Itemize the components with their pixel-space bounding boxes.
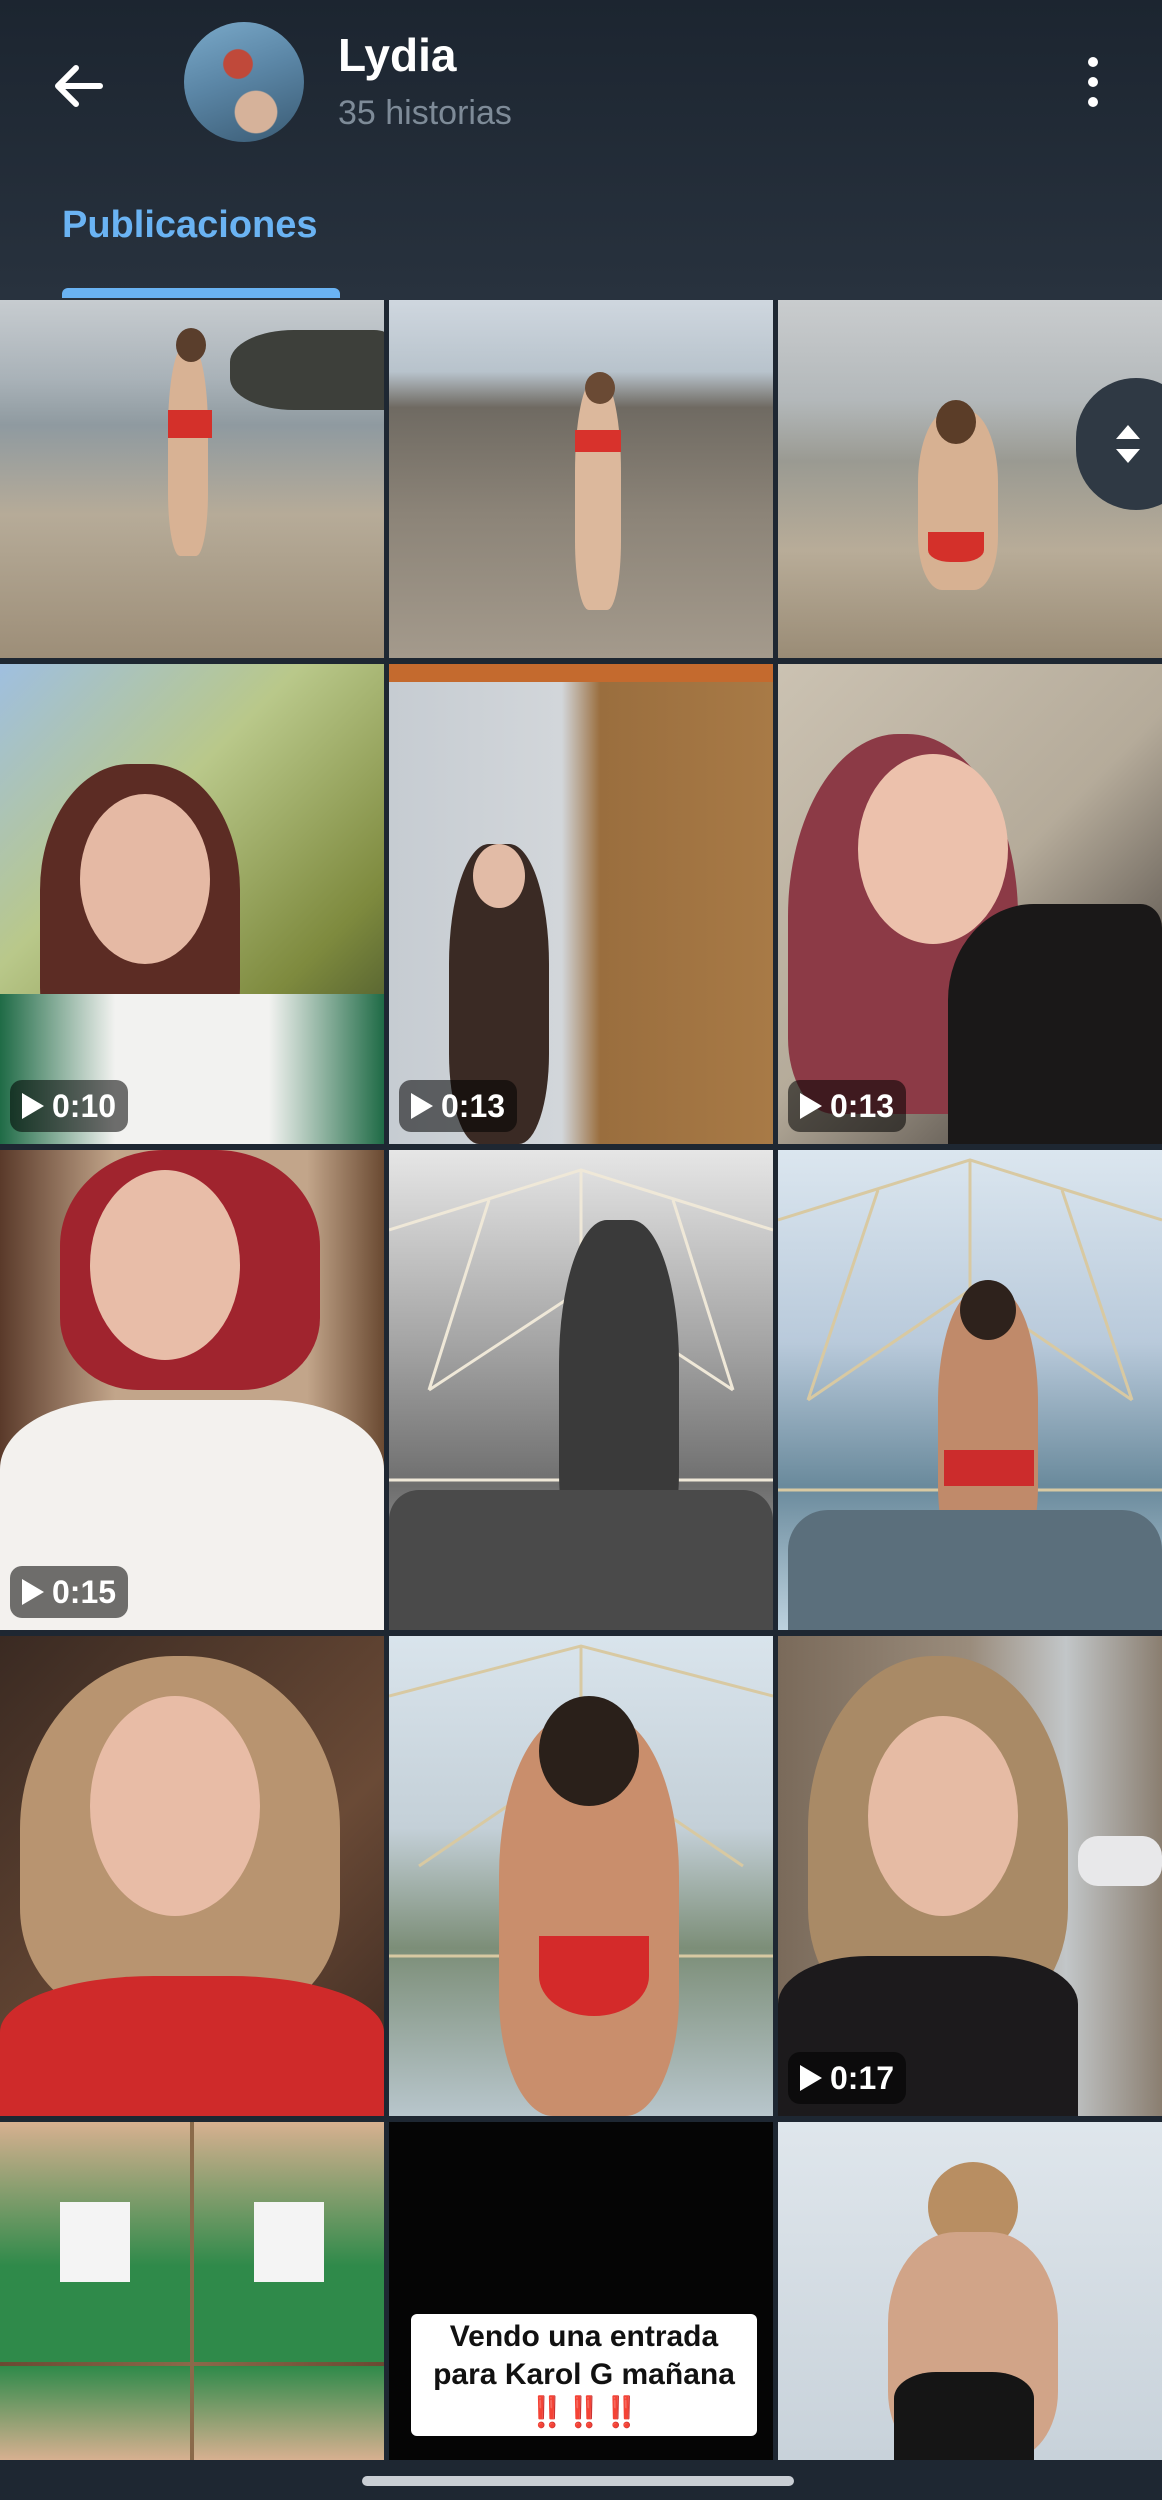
scroll-handle-icon	[1116, 425, 1140, 439]
video-duration: 0:10	[52, 1087, 117, 1124]
play-icon	[800, 2065, 822, 2091]
header: Lydia 35 historias Publicaciones	[0, 0, 1162, 300]
story-archive-screen: Lydia 35 historias Publicaciones 0:10 0:…	[0, 0, 1162, 2500]
grid-item[interactable]: 0:15	[0, 1150, 384, 1630]
grid-item[interactable]	[778, 2122, 1162, 2460]
play-icon	[411, 1093, 433, 1119]
video-duration: 0:13	[441, 1087, 506, 1124]
page-title: Lydia	[338, 29, 457, 81]
video-duration: 0:15	[52, 1573, 117, 1610]
home-indicator[interactable]	[362, 2476, 794, 2486]
tab-publicaciones[interactable]: Publicaciones	[62, 204, 318, 247]
back-button[interactable]	[40, 48, 116, 124]
grid-item[interactable]: 0:13	[389, 664, 773, 1144]
more-vertical-icon	[1088, 57, 1098, 67]
story-caption: Vendo una entrada para Karol G mañana ‼️…	[411, 2314, 757, 2436]
avatar[interactable]	[184, 22, 304, 142]
arrow-left-icon	[55, 65, 103, 107]
grid-item[interactable]: 0:17	[778, 1636, 1162, 2116]
more-options-button[interactable]	[1070, 44, 1116, 120]
video-duration: 0:17	[830, 2059, 895, 2096]
video-duration: 0:13	[830, 1087, 895, 1124]
grid-item[interactable]: 0:10	[0, 664, 384, 1144]
grid-item[interactable]	[389, 300, 773, 658]
grid-item[interactable]	[0, 2122, 384, 2460]
play-icon	[22, 1579, 44, 1605]
play-icon	[22, 1093, 44, 1119]
tab-indicator	[62, 288, 340, 298]
grid-item[interactable]	[0, 300, 384, 658]
navigation-bar	[0, 2460, 1162, 2500]
grid-item[interactable]	[778, 1150, 1162, 1630]
grid-item[interactable]: Vendo una entrada para Karol G mañana ‼️…	[389, 2122, 773, 2460]
stories-count: 35 historias	[338, 94, 512, 132]
grid-item[interactable]	[389, 1150, 773, 1630]
grid-item[interactable]	[0, 1636, 384, 2116]
play-icon	[800, 1093, 822, 1119]
stories-grid: 0:10 0:13 0:13 0:15 0:17 Vendo una entra…	[0, 300, 1162, 2460]
grid-item[interactable]	[389, 1636, 773, 2116]
grid-item[interactable]: 0:13	[778, 664, 1162, 1144]
